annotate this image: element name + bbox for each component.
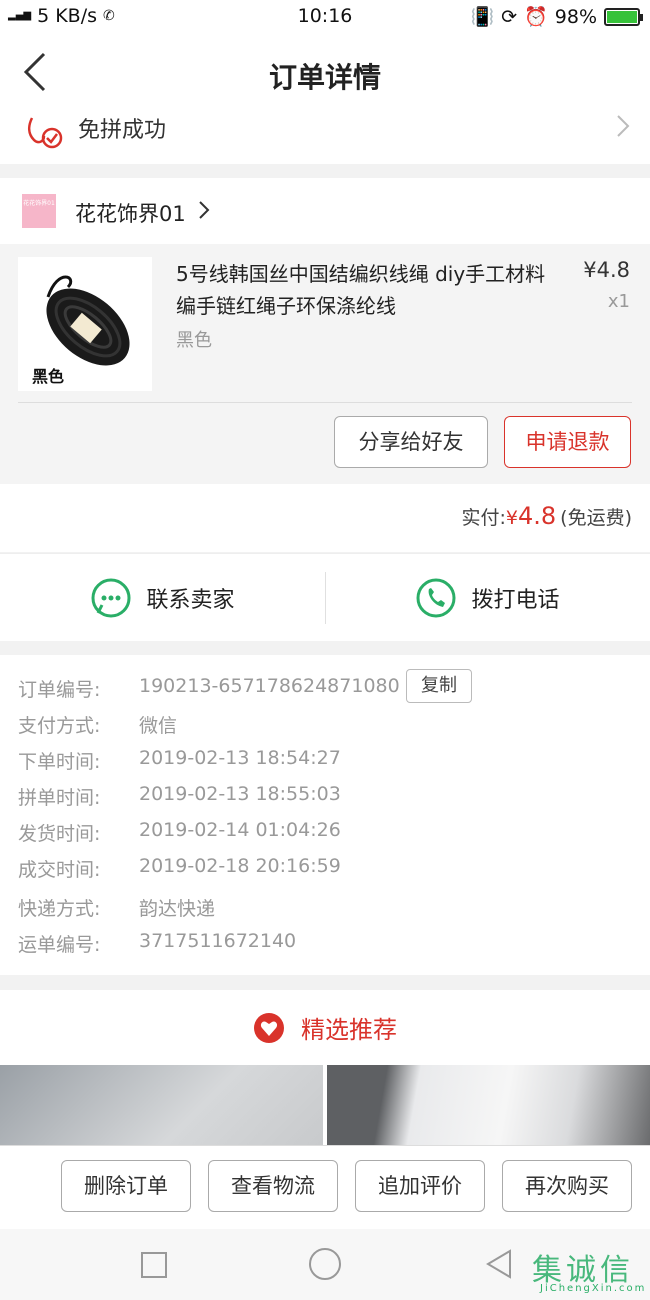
- home-icon[interactable]: [308, 1247, 342, 1281]
- thumbnail-color-label: 黑色: [32, 367, 65, 386]
- page-title: 订单详情: [268, 61, 381, 94]
- product-title: 5号线韩国丝中国结编织线绳 diy手工材料编手链红绳子环保涤纶线: [176, 262, 546, 318]
- info-row-ship-time: 发货时间: 2019-02-14 01:04:26: [18, 819, 341, 849]
- info-value: 2019-02-13 18:55:03: [139, 783, 341, 805]
- rotation-lock-icon: ⟳: [501, 5, 518, 28]
- info-key: 拼单时间:: [18, 787, 101, 809]
- recommend-header: 精选推荐: [0, 990, 650, 1065]
- info-row-order-number: 订单编号: 190213-657178624871080: [18, 675, 400, 705]
- payment-amount: 4.8: [518, 502, 557, 530]
- info-row-deal-time: 成交时间: 2019-02-18 20:16:59: [18, 855, 341, 885]
- product-variant: 黑色: [176, 330, 212, 351]
- product-quantity: x1: [607, 291, 630, 312]
- group-success-icon: [28, 117, 63, 149]
- chevron-right-icon: [199, 201, 210, 219]
- order-info: 订单编号: 190213-657178624871080 复制 支付方式: 微信…: [0, 655, 650, 975]
- shop-logo: 花花饰界01: [22, 194, 56, 228]
- call-phone-label: 拨打电话: [471, 588, 560, 613]
- copy-button[interactable]: 复制: [406, 669, 472, 703]
- battery-icon: [604, 7, 643, 26]
- alarm-icon: ⏰: [524, 6, 548, 28]
- payment-label: 实付:: [461, 507, 506, 529]
- delete-order-button[interactable]: 删除订单: [61, 1160, 191, 1212]
- info-key: 发货时间:: [18, 823, 101, 845]
- payment-currency: ¥: [505, 507, 518, 529]
- recommend-item-image[interactable]: [327, 1065, 650, 1145]
- info-value: 2019-02-18 20:16:59: [139, 855, 341, 877]
- info-value: 3717511672140: [139, 930, 297, 952]
- phone-icon: [416, 578, 456, 618]
- product-thumbnail: 黑色: [18, 257, 152, 391]
- add-review-button[interactable]: 追加评价: [355, 1160, 485, 1212]
- vibrate-icon: 📳: [470, 6, 495, 28]
- call-phone-button[interactable]: 拨打电话: [325, 554, 650, 642]
- battery-percent: 98%: [554, 5, 597, 28]
- buy-again-button[interactable]: 再次购买: [502, 1160, 632, 1212]
- info-key: 快递方式:: [18, 898, 101, 920]
- divider: [18, 402, 632, 403]
- recommend-title: 精选推荐: [301, 1016, 397, 1044]
- info-key: 支付方式:: [18, 715, 101, 737]
- back-nav-icon[interactable]: [484, 1249, 514, 1279]
- shop-name: 花花饰界01: [75, 202, 186, 226]
- info-row-express: 快递方式: 韵达快递: [18, 894, 215, 924]
- status-bar: ▂▄▆ 5 KB/s ✆ 10:16 📳 ⟳ ⏰ 98%: [0, 0, 650, 34]
- heart-badge-icon: [254, 1012, 284, 1043]
- contact-seller-button[interactable]: 联系卖家: [0, 554, 325, 642]
- info-value: 微信: [139, 715, 178, 737]
- product-price: ¥4.8: [583, 258, 630, 282]
- chevron-right-icon: [617, 115, 630, 137]
- contact-row: 联系卖家 拨打电话: [0, 553, 650, 641]
- info-value: 韵达快递: [139, 898, 216, 920]
- payment-row: 实付: ¥ 4.8 (免运费): [0, 484, 650, 552]
- info-key: 成交时间:: [18, 859, 101, 881]
- info-row-tracking-number: 运单编号: 3717511672140: [18, 930, 296, 960]
- refund-button[interactable]: 申请退款: [504, 416, 631, 468]
- status-right: 📳 ⟳ ⏰ 98%: [470, 5, 643, 28]
- system-nav-bar: 集诚信 JiChengXin.com: [0, 1229, 650, 1300]
- recommend-grid: [0, 1065, 650, 1145]
- info-row-group-time: 拼单时间: 2019-02-13 18:55:03: [18, 783, 341, 813]
- info-value: 2019-02-13 18:54:27: [139, 747, 341, 769]
- group-status-label: 免拼成功: [78, 118, 167, 143]
- contact-seller-label: 联系卖家: [146, 588, 235, 613]
- share-button[interactable]: 分享给好友: [334, 416, 488, 468]
- payment-note: (免运费): [560, 507, 632, 529]
- info-row-order-time: 下单时间: 2019-02-13 18:54:27: [18, 747, 341, 777]
- recommend-item-image[interactable]: [0, 1065, 323, 1145]
- chat-icon: [91, 578, 131, 618]
- header: 订单详情: [0, 34, 650, 102]
- bottom-action-bar: 删除订单 查看物流 追加评价 再次购买: [0, 1145, 650, 1229]
- watermark-url: JiChengXin.com: [540, 1283, 647, 1294]
- product-card[interactable]: 黑色 5号线韩国丝中国结编织线绳 diy手工材料编手链红绳子环保涤纶线 ¥4.8…: [0, 244, 650, 484]
- info-key: 运单编号:: [18, 934, 101, 956]
- group-status-row[interactable]: 免拼成功: [0, 102, 650, 164]
- info-row-payment-method: 支付方式: 微信: [18, 711, 177, 741]
- shop-row[interactable]: 花花饰界01 花花饰界01: [0, 178, 650, 244]
- recent-apps-icon[interactable]: [140, 1251, 168, 1279]
- info-key: 订单编号:: [18, 679, 101, 701]
- info-key: 下单时间:: [18, 751, 101, 773]
- view-logistics-button[interactable]: 查看物流: [208, 1160, 338, 1212]
- info-value: 190213-657178624871080: [139, 675, 400, 697]
- info-value: 2019-02-14 01:04:26: [139, 819, 341, 841]
